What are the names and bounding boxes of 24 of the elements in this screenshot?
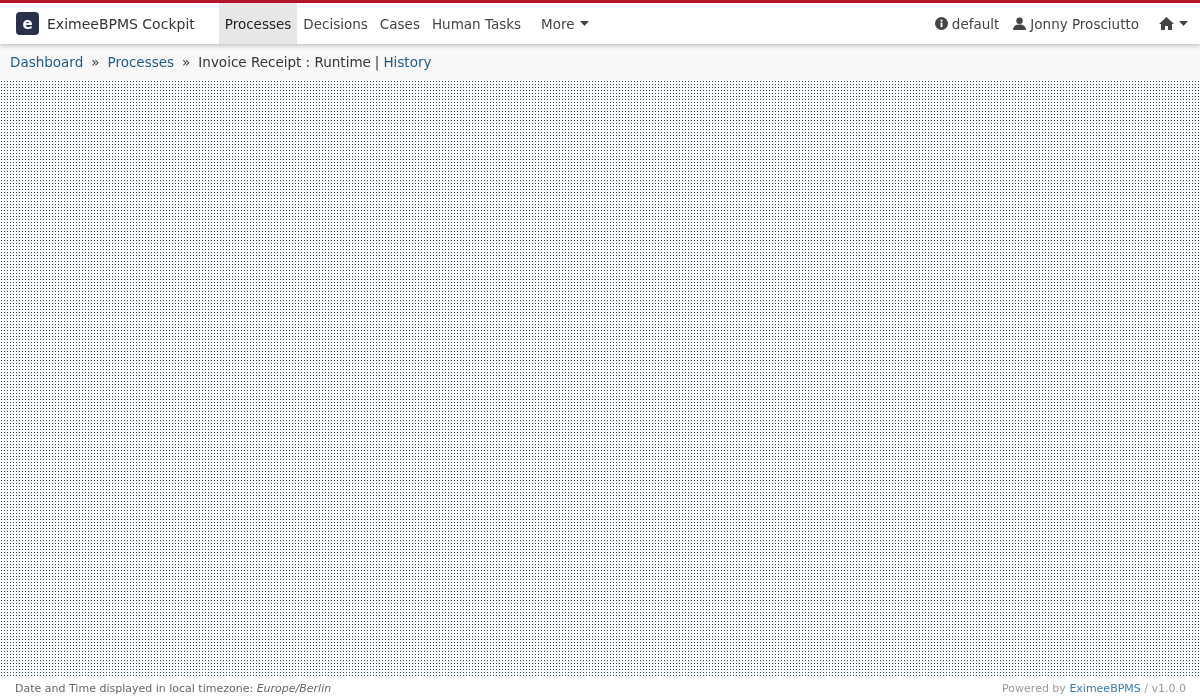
home-icon bbox=[1159, 17, 1174, 30]
breadcrumb-link[interactable]: Processes bbox=[107, 54, 175, 70]
breadcrumb-separator: » bbox=[182, 54, 191, 70]
logo-icon: e bbox=[16, 12, 39, 35]
caret-icon bbox=[579, 21, 589, 26]
caret-icon bbox=[1179, 21, 1188, 26]
user-icon bbox=[1013, 17, 1027, 30]
breadcrumb-link[interactable]: Dashboard bbox=[10, 54, 84, 70]
eximee-link[interactable]: EximeeBPMS bbox=[1069, 682, 1141, 695]
nav-tab[interactable]: Human Tasks bbox=[425, 3, 528, 44]
breadcrumb-link[interactable]: History bbox=[383, 54, 432, 70]
powered-by-note: Powered by EximeeBPMS / v1.0.0 bbox=[1002, 682, 1186, 695]
breadcrumb-current: Invoice Receipt : Runtime bbox=[198, 54, 371, 70]
timezone-note: Date and Time displayed in local timezone: Europe/Berlin bbox=[15, 682, 332, 695]
nav-tab[interactable]: Processes bbox=[218, 3, 298, 44]
user-name[interactable]: Jonny Prosciutto bbox=[1030, 15, 1139, 32]
app-title[interactable]: EximeeBPMS Cockpit bbox=[47, 15, 195, 32]
breadcrumb-separator: | bbox=[374, 54, 380, 70]
engine-name[interactable]: default bbox=[951, 15, 1000, 32]
breadcrumb-separator: » bbox=[91, 54, 100, 70]
info-icon bbox=[934, 17, 948, 30]
more-menu[interactable]: More bbox=[535, 3, 595, 44]
nav-tab[interactable]: Cases bbox=[373, 3, 426, 44]
nav-tab[interactable]: Decisions bbox=[297, 3, 374, 44]
